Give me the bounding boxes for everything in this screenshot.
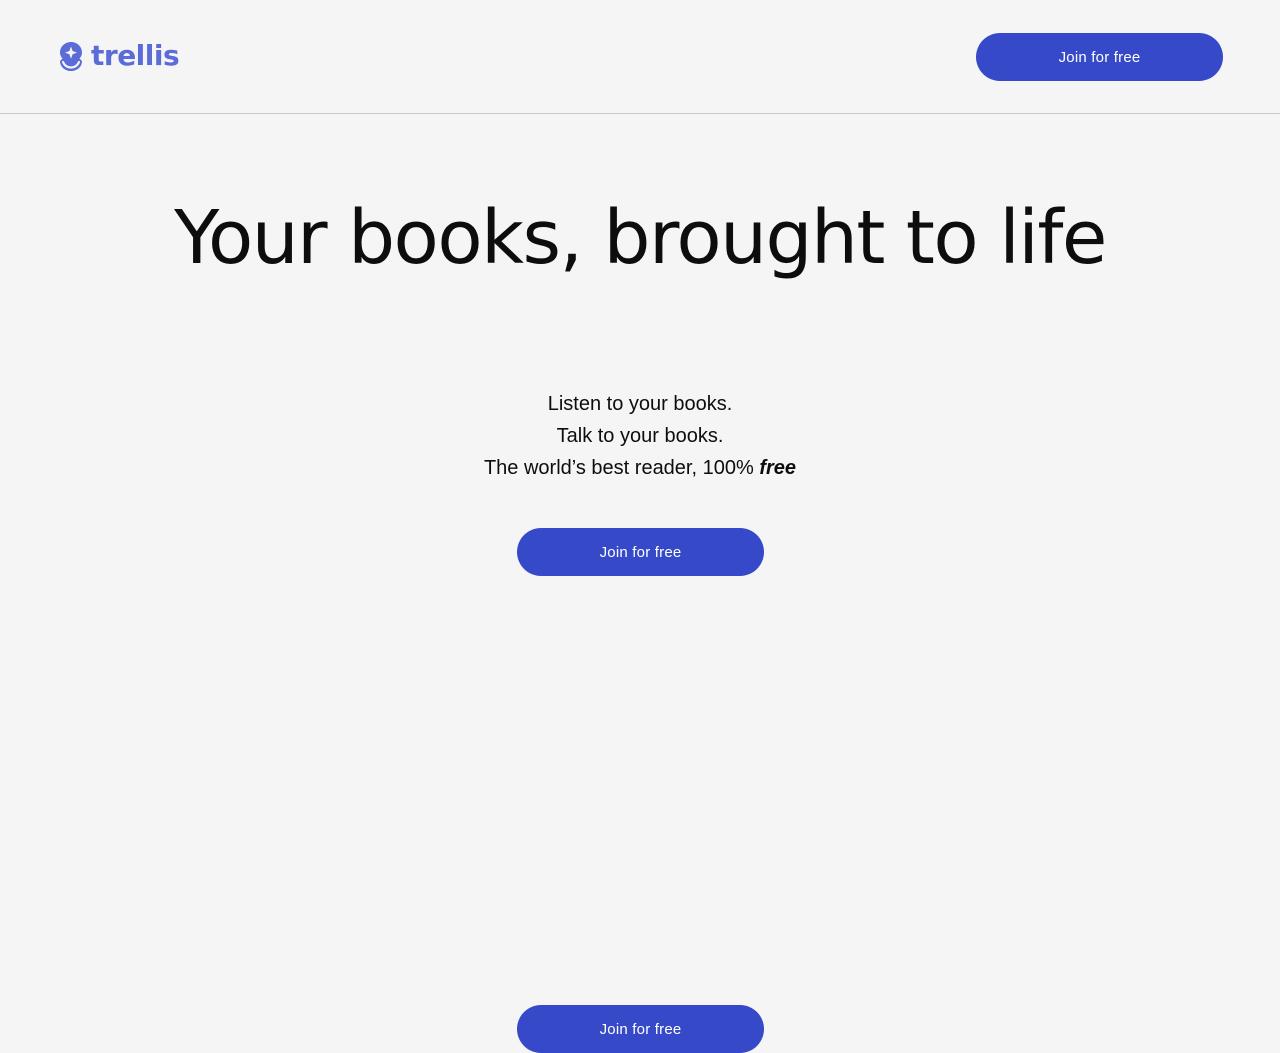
hero-subtitle: Listen to your books. Talk to your books…: [340, 388, 940, 484]
join-for-free-button-bottom[interactable]: Join for free: [517, 1005, 764, 1053]
subtitle-line-listen: Listen to your books.: [547, 393, 733, 415]
free-emphasis: free: [759, 457, 797, 479]
hero-title: Your books, brought to life: [174, 195, 1107, 281]
trellis-logo-icon: [60, 42, 82, 71]
subtitle-line-reader: The world’s best reader, 100% free: [340, 452, 940, 484]
logo-link[interactable]: trellis: [55, 39, 180, 72]
subtitle-line-talk: Talk to your books.: [556, 425, 724, 447]
join-for-free-button-hero[interactable]: Join for free: [517, 528, 764, 576]
site-header: trellis Join for free: [0, 0, 1280, 114]
subtitle-line-reader-text: The world’s best reader, 100%: [483, 457, 760, 479]
join-for-free-button-header[interactable]: Join for free: [976, 33, 1223, 81]
logo-wordmark: trellis: [91, 39, 180, 72]
